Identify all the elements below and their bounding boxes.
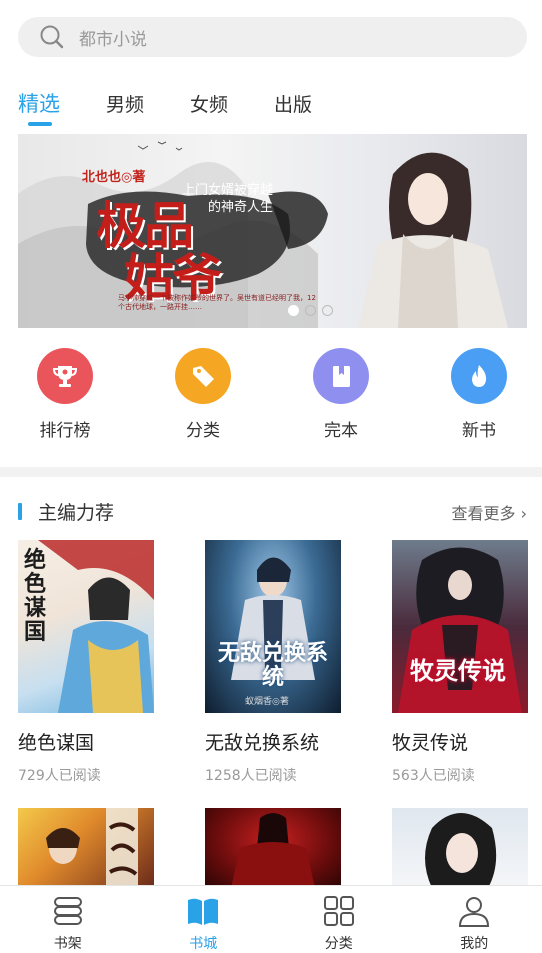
book-title[interactable]: 无敌兑换系统 (205, 728, 341, 755)
book-cover[interactable]: 绝色谋国 (18, 540, 154, 713)
section-title: 主编力荐 (38, 498, 114, 525)
book-cover[interactable] (18, 808, 154, 888)
quick-category[interactable]: 分类 (158, 348, 248, 441)
bottom-nav: 书架 书城 分类 我的 (0, 885, 542, 952)
book-title[interactable]: 绝色谋国 (18, 728, 154, 755)
book-card[interactable]: 牧灵传说 牧灵传说 563人已阅读 (392, 540, 528, 785)
nav-profile-label: 我的 (407, 933, 542, 953)
nav-bookstore[interactable]: 书城 (136, 886, 272, 952)
book-card[interactable] (392, 808, 528, 888)
tab-featured[interactable]: 精选 (18, 86, 60, 130)
flame-icon (451, 348, 507, 404)
tag-icon (175, 348, 231, 404)
nav-bookshelf[interactable]: 书架 (0, 886, 136, 952)
book-reads: 729人已阅读 (18, 765, 154, 785)
book-card[interactable]: 无敌兑换系统 蚁烟香◎著 无敌兑换系统 1258人已阅读 (205, 540, 341, 785)
book-title[interactable]: 牧灵传说 (392, 728, 528, 755)
channel-tabs: 精选 男频 女频 出版 (18, 86, 358, 130)
book-card[interactable] (205, 808, 341, 888)
book-cover[interactable] (392, 808, 528, 888)
quick-completed-label: 完本 (296, 416, 386, 441)
quick-completed[interactable]: 完本 (296, 348, 386, 441)
pager-dot[interactable] (322, 305, 333, 316)
banner-title: 极品 姑爷 (96, 200, 220, 304)
tab-publish[interactable]: 出版 (274, 86, 312, 130)
quick-ranking-label: 排行榜 (20, 416, 110, 441)
book-icon (313, 348, 369, 404)
nav-category-label: 分类 (271, 933, 407, 953)
cover-title: 无敌兑换系统 (217, 642, 329, 690)
nav-profile[interactable]: 我的 (407, 886, 542, 952)
book-card[interactable]: 绝色谋国 绝色谋国 729人已阅读 (18, 540, 154, 785)
quick-category-label: 分类 (158, 416, 248, 441)
see-more-link[interactable]: 查看更多 › (452, 500, 528, 524)
book-cover[interactable]: 牧灵传说 (392, 540, 528, 713)
section-accent-bar (18, 503, 22, 520)
pager-dot[interactable] (305, 305, 316, 316)
section-divider (0, 467, 542, 477)
banner-pager (288, 305, 333, 316)
cover-author: 蚁烟香◎著 (245, 694, 289, 707)
banner-title-line1: 极品 (96, 200, 220, 252)
quick-newbooks-label: 新书 (434, 416, 524, 441)
banner-author: 北也也◎著 (82, 166, 145, 185)
category-grid-icon (322, 894, 356, 928)
promo-banner[interactable]: 北也也◎著 上门女婿被穿越 的神奇人生 极品 姑爷 马小帅穿越一个被称作姑爷的世… (18, 134, 527, 328)
pager-dot[interactable] (288, 305, 299, 316)
quick-entries: 排行榜 分类 完本 新书 (0, 348, 542, 448)
bookshelf-icon (51, 894, 85, 928)
quick-newbooks[interactable]: 新书 (434, 348, 524, 441)
nav-category[interactable]: 分类 (271, 886, 407, 952)
tab-male[interactable]: 男频 (106, 86, 144, 130)
book-cover[interactable]: 无敌兑换系统 蚁烟香◎著 (205, 540, 341, 713)
bookstore-icon (186, 894, 220, 928)
search-input[interactable]: 都市小说 (79, 25, 147, 50)
book-card[interactable] (18, 808, 154, 888)
nav-bookshelf-label: 书架 (0, 933, 136, 953)
tab-female[interactable]: 女频 (190, 86, 228, 130)
book-reads: 1258人已阅读 (205, 765, 341, 785)
book-reads: 563人已阅读 (392, 765, 528, 785)
search-icon (39, 24, 65, 50)
cover-title: 牧灵传说 (410, 658, 520, 684)
search-bar[interactable]: 都市小说 (18, 17, 527, 57)
nav-bookstore-label: 书城 (136, 933, 272, 953)
profile-icon (457, 894, 491, 928)
trophy-icon (37, 348, 93, 404)
book-cover[interactable] (205, 808, 341, 888)
section-header: 主编力荐 查看更多 › (18, 497, 527, 527)
cover-title: 绝色谋国 (24, 548, 64, 644)
quick-ranking[interactable]: 排行榜 (20, 348, 110, 441)
